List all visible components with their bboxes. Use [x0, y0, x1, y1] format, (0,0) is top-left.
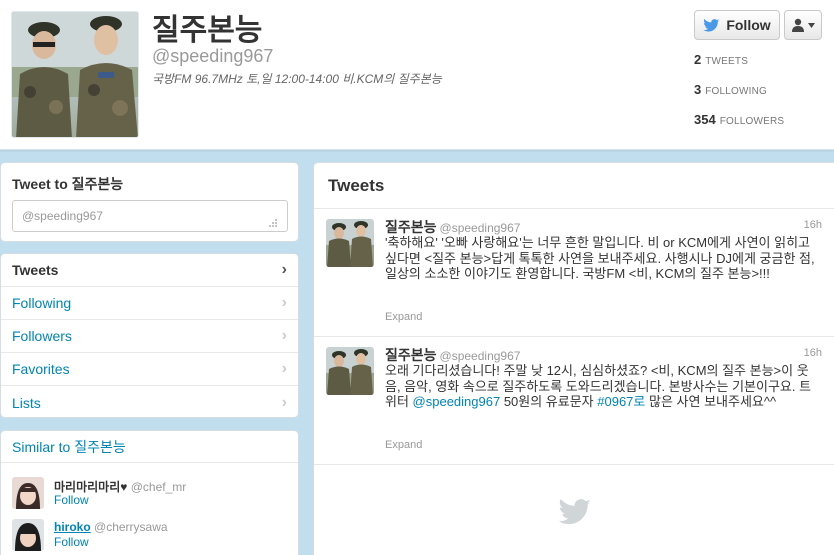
nav-item-label: Followers: [12, 328, 72, 344]
tweet-timestamp[interactable]: 16h: [804, 219, 822, 231]
chevron-right-icon: ›: [281, 261, 287, 278]
tweet-text-part: 많은 사연 보내주세요^^: [645, 394, 777, 409]
tweet-author[interactable]: 질주본능 @speeding967: [385, 345, 520, 365]
tweet-to-box: Tweet to 질주본능 @speeding967: [0, 162, 299, 242]
stat-followers[interactable]: 354 FOLLOWERS: [694, 112, 824, 142]
tweet-expand-link[interactable]: Expand: [385, 439, 422, 451]
user-actions-dropdown[interactable]: [784, 10, 822, 40]
nav-item-label: Following: [12, 295, 72, 311]
chevron-right-icon: ›: [281, 327, 287, 344]
avatar[interactable]: [326, 347, 374, 395]
follow-link[interactable]: Follow: [54, 535, 89, 549]
nav-item-label: Favorites: [12, 361, 70, 377]
avatar[interactable]: [12, 519, 44, 551]
tweet-text: 오래 기다리셨습니다! 주말 낮 12시, 심심하셨죠? <비, KCM의 질주…: [385, 363, 821, 410]
tweet-author-handle: @speeding967: [439, 349, 521, 363]
suggested-user-display-name: hiroko: [54, 520, 91, 534]
resize-grip-icon[interactable]: [267, 219, 277, 227]
tweet-timestamp[interactable]: 16h: [804, 347, 822, 359]
nav-item-tweets[interactable]: Tweets ›: [1, 254, 298, 287]
follow-button-label: Follow: [726, 17, 771, 33]
nav-item-label: Tweets: [12, 262, 59, 278]
timeline: Tweets 질주본능 @speeding967 16h '축하해요' '오빠 사…: [313, 162, 834, 555]
suggested-user-handle: @chef_mr: [130, 480, 187, 494]
nav-item-following[interactable]: Following ›: [1, 287, 298, 320]
follow-button[interactable]: Follow: [694, 10, 780, 40]
tweet-input[interactable]: @speeding967: [12, 200, 288, 232]
tweet-author-handle: @speeding967: [439, 221, 521, 235]
tweet-mention-link[interactable]: @speeding967: [413, 394, 501, 409]
suggested-user-name[interactable]: hiroko @cherrysawa: [54, 520, 168, 534]
avatar[interactable]: [326, 219, 374, 267]
timeline-title: Tweets: [314, 163, 834, 209]
nav-item-label: Lists: [12, 394, 41, 411]
profile-name: 질주본능: [152, 14, 263, 47]
tweet[interactable]: 질주본능 @speeding967 16h 오래 기다리셨습니다! 주말 낮 12…: [314, 337, 834, 465]
profile-stats: 2 TWEETS 3 FOLLOWING 354 FOLLOWERS: [694, 52, 824, 142]
profile-handle: @speeding967: [152, 46, 274, 66]
tweet-author-name: 질주본능: [385, 219, 437, 235]
nav-item-favorites[interactable]: Favorites ›: [1, 353, 298, 386]
caret-down-icon: [808, 22, 815, 28]
nav-item-lists[interactable]: Lists ›: [1, 386, 298, 417]
profile-avatar[interactable]: [11, 11, 139, 138]
stat-tweets[interactable]: 2 TWEETS: [694, 52, 824, 82]
tweet-expand-link[interactable]: Expand: [385, 311, 422, 323]
stat-label: TWEETS: [705, 56, 749, 67]
chevron-right-icon: ›: [281, 393, 287, 411]
profile-bio: 국방FM 96.7MHz 토,일 12:00-14:00 비.KCM의 질주본능: [152, 72, 442, 86]
tweet-text: '축하해요' '오빠 사랑해요'는 너무 흔한 말입니다. 비 or KCM에게…: [385, 235, 815, 281]
twitter-bird-icon: [558, 499, 592, 525]
chevron-right-icon: ›: [281, 360, 287, 377]
tweet-hashtag-link[interactable]: #0967로: [597, 394, 645, 409]
tweet-to-title: Tweet to 질주본능: [12, 176, 124, 192]
tweet-author-name: 질주본능: [385, 347, 437, 363]
suggested-user-display-name: 마리마리마리♥: [54, 480, 128, 494]
nav-item-followers[interactable]: Followers ›: [1, 320, 298, 353]
stat-number: 3: [694, 82, 702, 97]
twitter-bird-icon: [703, 18, 720, 32]
similar-title[interactable]: Similar to 질주본능: [1, 431, 298, 463]
stat-label: FOLLOWING: [705, 86, 768, 97]
tweet-author[interactable]: 질주본능 @speeding967: [385, 217, 520, 237]
stat-label: FOLLOWERS: [719, 116, 785, 127]
stat-number: 2: [694, 52, 702, 67]
suggested-user-handle: @cherrysawa: [94, 520, 168, 534]
profile-header: 질주본능 @speeding967 국방FM 96.7MHz 토,일 12:00…: [0, 0, 834, 150]
similar-users: Similar to 질주본능 마리마리마리♥ @chef_mr Follow: [0, 430, 299, 555]
person-icon: [791, 18, 805, 32]
chevron-right-icon: ›: [281, 294, 287, 311]
tweet-text-part: 50원의 유료문자: [500, 394, 598, 409]
profile-nav: Tweets › Following › Followers › Favorit…: [0, 253, 299, 418]
suggested-user: 마리마리마리♥ @chef_mr Follow: [1, 463, 298, 509]
stat-following[interactable]: 3 FOLLOWING: [694, 82, 824, 112]
suggested-user: hiroko @cherrysawa Follow: [1, 505, 298, 551]
stat-number: 354: [694, 112, 716, 127]
tweet[interactable]: 질주본능 @speeding967 16h '축하해요' '오빠 사랑해요'는 너…: [314, 209, 834, 337]
